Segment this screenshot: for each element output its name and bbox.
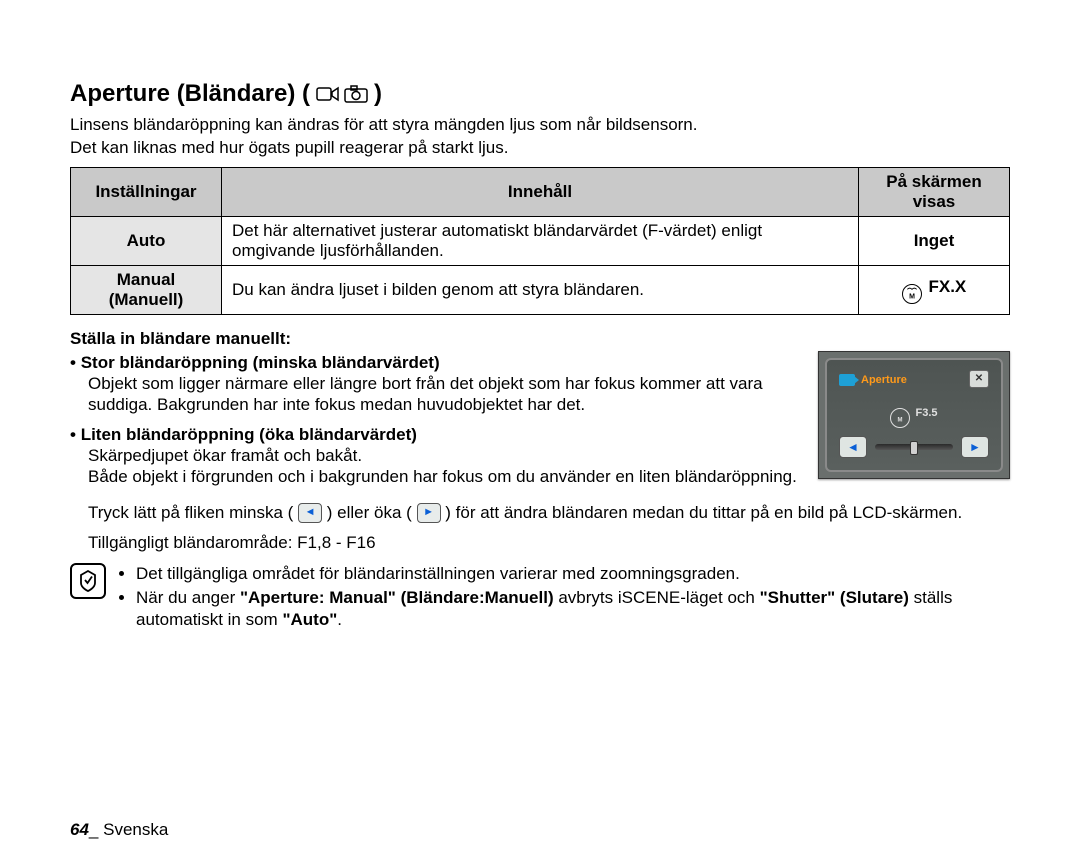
title-text: Aperture (Bländare) ( [70,80,310,108]
svg-text:M: M [909,294,915,301]
increase-button[interactable]: ► [961,436,989,458]
bullet-head: Stor bländaröppning (minska bländarvärde… [70,353,440,372]
bullet-body: Skärpedjupet ökar framåt och bakåt. Både… [88,445,802,488]
tap-line-body: Tryck lätt på fliken minska ( ◄ ) eller … [88,502,1010,524]
photo-mode-icon [344,84,368,104]
manual-icon: M [890,408,910,428]
lcd-value-text: F3.5 [916,407,938,419]
footer-sep: _ [89,820,103,839]
manual-icon: M [902,284,922,304]
table-header-row: Inställningar Innehåll På skärmen visas [71,167,1010,216]
decrease-button[interactable]: ◄ [839,436,867,458]
row-manual-display-text: FX.X [928,277,966,296]
col-display: På skärmen visas [859,167,1010,216]
page-number: 64 [70,820,89,839]
tap-post: ) för att ändra bländaren medan du titta… [445,503,962,522]
lcd-titlebar: Aperture ✕ [839,370,989,390]
aperture-range: Tillgängligt bländarområde: F1,8 - F16 [88,533,1010,553]
bullet-head: Liten bländaröppning (öka bländarvärdet) [70,425,417,444]
col-contents: Innehåll [222,167,859,216]
list-item: Liten bländaröppning (öka bländarvärdet)… [70,425,802,488]
svg-text:M: M [898,417,903,423]
lcd-preview: Aperture ✕ M F3.5 ◄ ► [818,351,1010,479]
tap-instruction: Tryck lätt på fliken minska ( ◄ ) eller … [70,502,1010,524]
title-close: ) [374,80,382,108]
table-row: Manual (Manuell) Du kan ändra ljuset i b… [71,265,1010,314]
aperture-slider[interactable] [875,444,953,450]
list-item: Stor bländaröppning (minska bländarvärde… [70,353,802,416]
video-mode-icon [316,84,340,104]
note-block: Det tillgängliga området för bländarinst… [70,563,1010,633]
table-row: Auto Det här alternativet justerar autom… [71,216,1010,265]
note-list: Det tillgängliga området för bländarinst… [118,563,1010,633]
note-icon [70,563,106,599]
row-manual-desc: Du kan ändra ljuset i bilden genom att s… [222,265,859,314]
close-icon[interactable]: ✕ [969,370,989,388]
row-auto-name: Auto [71,216,222,265]
tap-pre: Tryck lätt på fliken minska ( [88,503,293,522]
bullet-body: Objekt som ligger närmare eller längre b… [88,373,802,416]
row-auto-desc: Det här alternativet justerar automatisk… [222,216,859,265]
lcd-controls: ◄ ► [839,436,989,458]
intro-line-2: Det kan liknas med hur ögats pupill reag… [70,137,1010,158]
manual-section-heading: Ställa in bländare manuellt: [70,329,1010,349]
col-settings: Inställningar [71,167,222,216]
row-manual-display: M FX.X [859,265,1010,314]
note-item-2: När du anger "Aperture: Manual" (Bländar… [136,587,1010,631]
decrease-tab-icon: ◄ [298,503,322,523]
manual-page: Aperture (Bländare) ( ) Linsens bländarö… [0,0,1080,866]
increase-tab-icon: ► [417,503,441,523]
camera-icon [839,374,855,386]
lcd-inner: Aperture ✕ M F3.5 ◄ ► [825,358,1003,472]
intro-line-1: Linsens bländaröppning kan ändras för at… [70,114,1010,135]
row-manual-name: Manual (Manuell) [71,265,222,314]
manual-bullets: Stor bländaröppning (minska bländarvärde… [70,353,802,488]
page-title: Aperture (Bländare) ( ) [70,80,1010,108]
note-item-1: Det tillgängliga området för bländarinst… [136,563,1010,585]
footer-lang: Svenska [103,820,168,839]
lcd-value: M F3.5 [827,406,1001,426]
settings-table: Inställningar Innehåll På skärmen visas … [70,167,1010,315]
page-footer: 64_ Svenska [70,820,168,840]
row-auto-display: Inget [859,216,1010,265]
list-item: Tryck lätt på fliken minska ( ◄ ) eller … [70,502,1010,524]
lcd-title: Aperture [861,374,907,386]
tap-mid: ) eller öka ( [327,503,412,522]
mode-icons [316,84,368,104]
